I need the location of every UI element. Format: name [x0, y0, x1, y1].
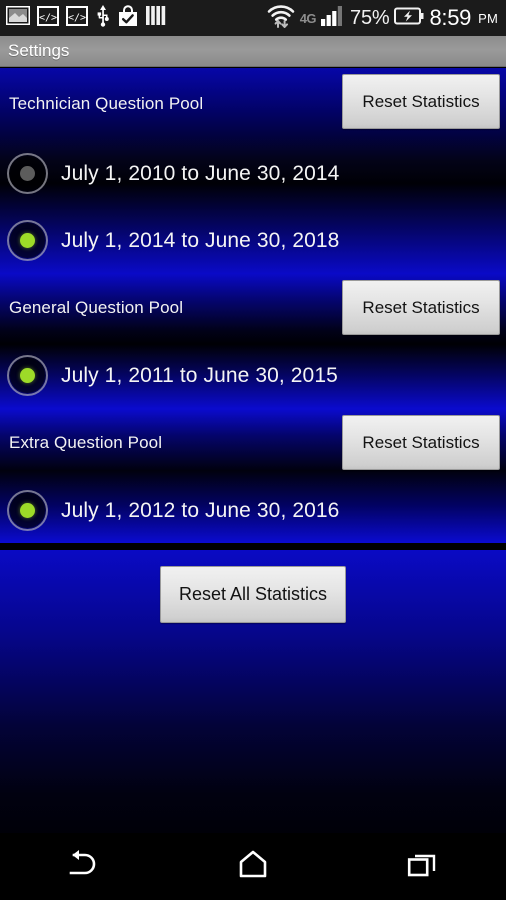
svg-text:</>: </> — [39, 12, 57, 23]
pool-section-general: General Question Pool Reset Statistics J… — [0, 274, 506, 409]
radio-row-general-2011-2015[interactable]: July 1, 2011 to June 30, 2015 — [0, 342, 506, 409]
battery-charging-icon — [394, 7, 424, 30]
footer-section: Reset All Statistics — [0, 550, 506, 833]
pool-section-extra: Extra Question Pool Reset Statistics Jul… — [0, 409, 506, 543]
settings-content: Technician Question Pool Reset Statistic… — [0, 68, 506, 833]
status-bar: </> </> 4G 75% 8:59 PM — [0, 0, 506, 36]
pool-title-technician: Technician Question Pool — [9, 94, 204, 113]
pool-header-general: General Question Pool Reset Statistics — [0, 274, 506, 342]
reset-statistics-button-technician[interactable]: Reset Statistics — [342, 74, 500, 129]
status-bar-notification-icons: </> </> — [5, 4, 267, 32]
battery-percent-label: 75% — [350, 7, 390, 29]
system-navigation-bar — [0, 833, 506, 900]
radio-row-technician-2010-2014[interactable]: July 1, 2010 to June 30, 2014 — [0, 140, 506, 207]
reset-statistics-label: Reset Statistics — [362, 91, 480, 111]
pool-header-extra: Extra Question Pool Reset Statistics — [0, 409, 506, 477]
radio-label-general-2011-2015: July 1, 2011 to June 30, 2015 — [61, 363, 338, 387]
usb-icon — [95, 4, 111, 32]
radio-row-extra-2012-2016[interactable]: July 1, 2012 to June 30, 2016 — [0, 477, 506, 543]
page-title: Settings — [8, 41, 70, 60]
radio-button-checked-icon[interactable] — [7, 220, 48, 261]
radio-button-unchecked-icon[interactable] — [7, 153, 48, 194]
reset-all-statistics-label: Reset All Statistics — [178, 584, 328, 604]
radio-button-checked-icon[interactable] — [7, 490, 48, 531]
pool-section-technician: Technician Question Pool Reset Statistic… — [0, 68, 506, 274]
pool-title-extra: Extra Question Pool — [9, 433, 163, 452]
radio-label-extra-2012-2016: July 1, 2012 to June 30, 2016 — [61, 498, 340, 522]
vpn-bars-icon — [145, 5, 167, 31]
shopping-bag-check-icon — [118, 4, 138, 32]
pool-header-technician: Technician Question Pool Reset Statistic… — [0, 68, 506, 140]
reset-statistics-label: Reset Statistics — [362, 297, 480, 317]
cellular-signal-icon — [321, 5, 345, 31]
radio-row-technician-2014-2018[interactable]: July 1, 2014 to June 30, 2018 — [0, 207, 506, 274]
pool-title-general: General Question Pool — [9, 298, 184, 317]
wifi-with-data-arrows-icon — [267, 4, 295, 33]
nav-back-button[interactable] — [0, 833, 169, 900]
clock-ampm: PM — [478, 10, 498, 26]
radio-label-technician-2014-2018: July 1, 2014 to June 30, 2018 — [61, 228, 340, 252]
radio-button-checked-icon[interactable] — [7, 355, 48, 396]
reset-statistics-button-extra[interactable]: Reset Statistics — [342, 415, 500, 470]
network-type-label: 4G — [299, 10, 317, 26]
nav-home-button[interactable] — [169, 833, 338, 900]
section-divider — [0, 543, 506, 550]
action-bar: Settings — [0, 36, 506, 67]
reset-statistics-button-general[interactable]: Reset Statistics — [342, 280, 500, 335]
clock-time: 8:59 — [429, 5, 472, 30]
svg-text:</>: </> — [68, 12, 86, 23]
status-bar-system-icons: 4G 75% 8:59 PM — [267, 4, 498, 33]
reset-all-statistics-button[interactable]: Reset All Statistics — [160, 566, 346, 623]
home-icon — [237, 850, 269, 883]
radio-label-technician-2010-2014: July 1, 2010 to June 30, 2014 — [61, 161, 340, 185]
code-brackets-icon-2: </> — [66, 5, 88, 31]
reset-statistics-label: Reset Statistics — [362, 432, 480, 452]
screenshot-icon — [5, 5, 31, 30]
nav-recents-button[interactable] — [337, 833, 506, 900]
back-arrow-icon — [67, 849, 101, 884]
code-brackets-icon-1: </> — [37, 5, 59, 31]
phone-screen: </> </> 4G 75% 8:59 PM Settings Technici… — [0, 0, 506, 900]
recent-apps-icon — [407, 850, 437, 883]
